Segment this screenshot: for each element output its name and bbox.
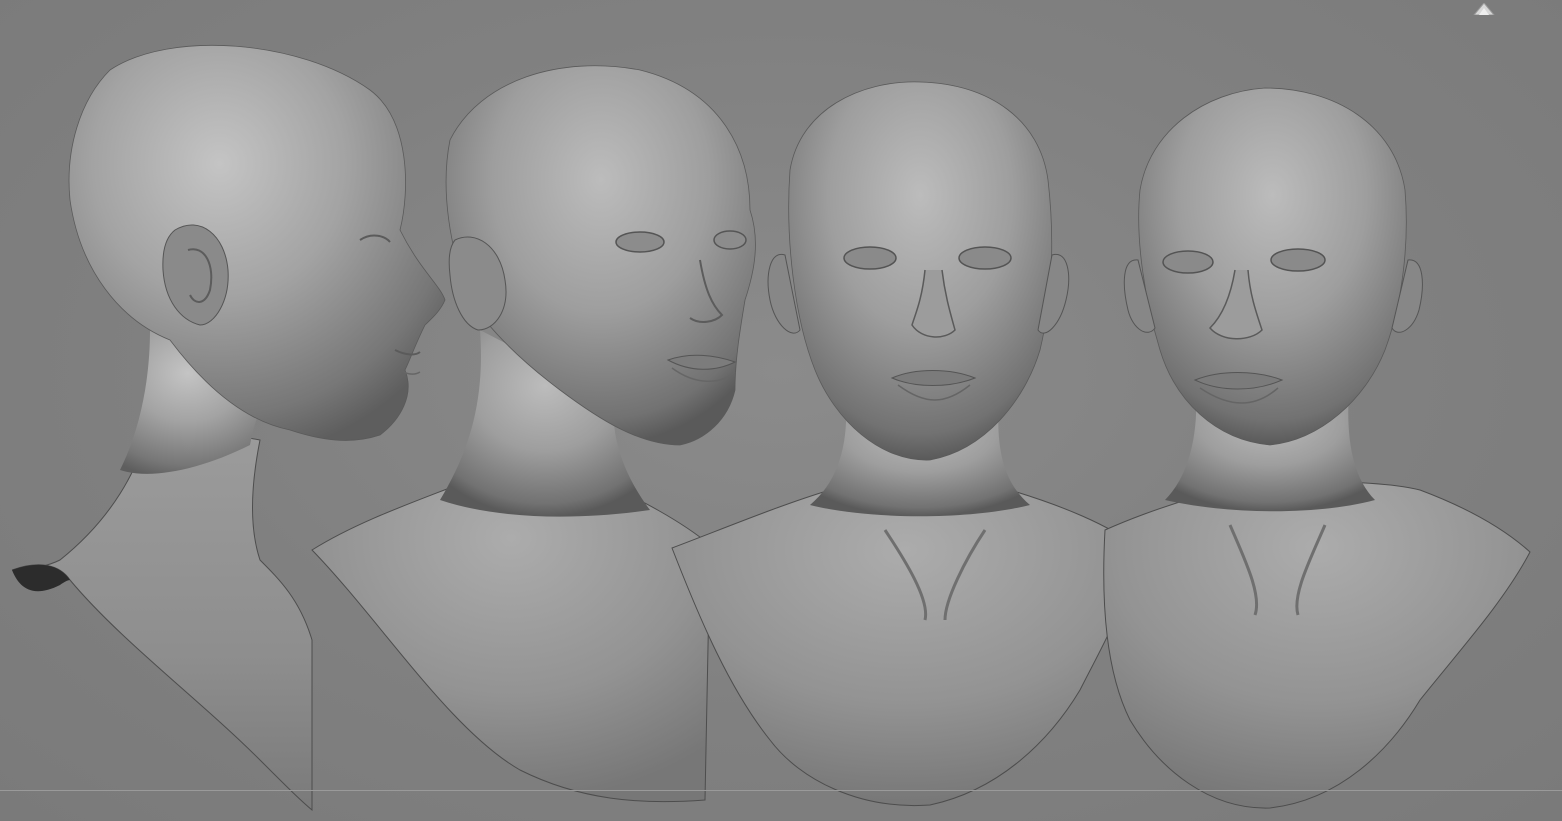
three-quarter-torso — [311, 472, 711, 803]
front-torso — [671, 485, 1139, 807]
front-tilted-torso — [1103, 481, 1531, 809]
front-head — [788, 81, 1053, 461]
head-model-side-profile[interactable] — [11, 44, 446, 812]
side-profile-head — [68, 44, 446, 441]
sculpt-viewport[interactable] — [0, 0, 1562, 821]
navigation-cube-icon[interactable] — [1468, 0, 1500, 16]
side-profile-torso — [11, 419, 313, 812]
head-model-front-tilted[interactable] — [1103, 87, 1531, 809]
viewport-canvas — [11, 44, 1531, 812]
ground-line — [0, 790, 1562, 791]
